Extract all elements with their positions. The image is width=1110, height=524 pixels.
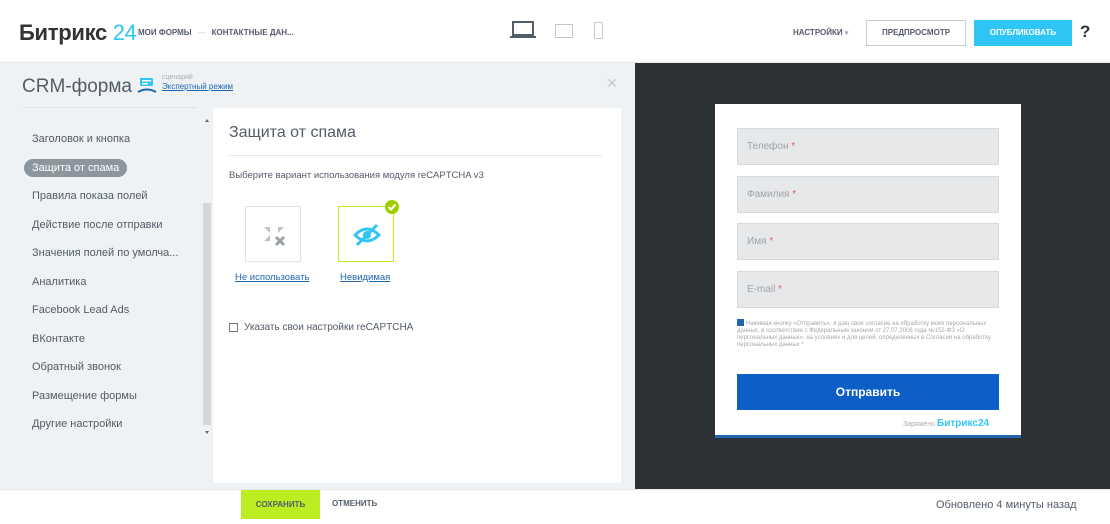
custom-recaptcha-label: Указать свои настройки reCAPTCHA [244,322,414,333]
phone-icon[interactable] [594,22,603,39]
scenario-label: сценарий [162,74,193,81]
menu-item-facebook[interactable]: Facebook Lead Ads [20,296,202,325]
custom-recaptcha-row[interactable]: Указать свои настройки reCAPTCHA [229,322,413,333]
save-button[interactable]: СОХРАНИТЬ [241,490,320,519]
recaptcha-off-icon [264,227,286,247]
divider [229,155,602,156]
breadcrumb-form-name[interactable]: КОНТАКТНЫЕ ДАН... [212,28,294,37]
section-heading: Защита от спама [229,124,356,141]
menu-item-vkontakte[interactable]: ВКонтакте [20,325,202,354]
preview-button[interactable]: ПРЕДПРОСМОТР [866,20,966,46]
eye-hidden-icon [352,223,382,247]
lastname-field[interactable]: Фамилия * [737,176,999,213]
menu-item-after-submit[interactable]: Действие после отправки [20,211,202,240]
breadcrumb-separator: — [197,28,206,37]
menu-item-callback[interactable]: Обратный звонок [20,353,202,382]
section-description: Выберите вариант использования модуля re… [229,170,484,181]
publish-button[interactable]: ОПУБЛИКОВАТЬ [974,20,1072,46]
breadcrumb: МОИ ФОРМЫ — КОНТАКТНЫЕ ДАН... [138,28,294,37]
breadcrumb-my-forms[interactable]: МОИ ФОРМЫ [138,28,192,37]
divider [22,107,197,108]
settings-menu: Заголовок и кнопка Защита от спама Прави… [20,125,202,439]
recaptcha-invisible-label[interactable]: Невидимая [340,272,390,283]
settings-label: НАСТРОЙКИ [793,28,843,37]
phone-field[interactable]: Телефон * [737,128,999,165]
logo-text: Битрикс [19,20,107,45]
updated-status: Обновлено 4 минуты назад [936,499,1077,511]
help-icon[interactable]: ? [1080,22,1090,42]
form-preview-card: Телефон * Фамилия * Имя * E-mail * Нажим… [715,104,1021,438]
tablet-icon[interactable] [555,24,573,38]
custom-recaptcha-checkbox[interactable] [229,323,238,332]
powered-by: Заряжено Битрикс24 [903,418,990,429]
menu-item-title-button[interactable]: Заголовок и кнопка [20,125,202,154]
email-field[interactable]: E-mail * [737,271,999,308]
spam-protection-section: Защита от спама Выберите вариант использ… [213,108,621,483]
name-field[interactable]: Имя * [737,223,999,260]
menu-item-analytics[interactable]: Аналитика [20,268,202,297]
menu-item-placement[interactable]: Размещение формы [20,382,202,411]
menu-scrollbar[interactable] [203,203,211,425]
menu-item-default-values[interactable]: Значения полей по умолча... [20,239,202,268]
expert-mode-link[interactable]: Экспертный режим [162,82,233,91]
chevron-down-icon: ▾ [844,30,849,37]
submit-button[interactable]: Отправить [737,374,999,410]
settings-dropdown[interactable]: НАСТРОЙКИ ▾ [793,28,848,37]
menu-item-field-rules[interactable]: Правила показа полей [20,182,202,211]
settings-pane: CRM-форма сценарий Экспертный режим ✕ За… [0,63,635,489]
bitrix24-logo[interactable]: Битрикс 24 [19,20,137,46]
form-preview-pane: Телефон * Фамилия * Имя * E-mail * Нажим… [635,63,1110,489]
menu-item-other[interactable]: Другие настройки [20,410,202,439]
recaptcha-none-label[interactable]: Не использовать [235,272,309,283]
cancel-button[interactable]: ОТМЕНИТЬ [332,499,377,508]
consent-checkbox[interactable] [737,319,744,326]
page-title: CRM-форма [22,76,132,97]
top-bar: Битрикс 24 МОИ ФОРМЫ — КОНТАКТНЫЕ ДАН...… [0,0,1110,63]
menu-item-spam-protection[interactable]: Защита от спама [20,154,202,183]
scroll-down-icon[interactable] [205,431,209,434]
consent-text: Нажимая кнопку «Отправить», я даю свое с… [737,319,991,348]
recaptcha-none-option[interactable] [245,206,301,262]
scenario-icon [137,78,157,93]
selected-check-icon [385,200,399,214]
recaptcha-invisible-option[interactable] [338,206,394,262]
logo-number: 24 [112,20,137,45]
footer-bar: СОХРАНИТЬ ОТМЕНИТЬ Обновлено 4 минуты на… [0,489,1110,524]
close-icon[interactable]: ✕ [606,75,618,92]
laptop-icon[interactable] [510,21,536,39]
scroll-up-icon[interactable] [205,119,209,122]
